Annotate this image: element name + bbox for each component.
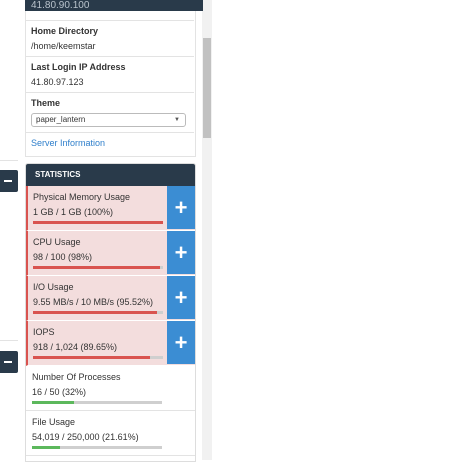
usage-bar-fill (33, 221, 163, 224)
chevron-down-icon: ▼ (174, 117, 180, 123)
stat-value: 16 / 50 (32%) (32, 387, 87, 397)
usage-bar (33, 221, 163, 224)
expand-plus-button[interactable]: + (167, 186, 195, 229)
collapse-panel-button[interactable] (0, 351, 18, 373)
stat-label: File Usage (32, 417, 76, 427)
stat-row-file-usage: File Usage 54,019 / 250,000 (21.61%) (26, 411, 195, 456)
stat-row-iops: IOPS 918 / 1,024 (89.65%) + (26, 321, 195, 366)
partial-top-text: 41.80.90.100 (31, 1, 90, 11)
left-card-divider (0, 160, 18, 161)
usage-bar (33, 356, 163, 359)
last-login-ip-label: Last Login IP Address (31, 62, 126, 72)
stat-row-physical-memory: Physical Memory Usage 1 GB / 1 GB (100%)… (26, 186, 195, 231)
left-column-partial (0, 0, 18, 460)
usage-bar-fill (32, 401, 74, 404)
stat-value: 1 GB / 1 GB (100%) (33, 207, 114, 217)
theme-selected-value: paper_lantern (36, 115, 86, 124)
usage-bar-fill (32, 446, 61, 449)
usage-bar (33, 311, 163, 314)
usage-bar-fill (33, 311, 158, 314)
info-divider (26, 132, 194, 133)
collapse-panel-button[interactable] (0, 170, 18, 192)
info-divider (26, 92, 194, 93)
stat-label: CPU Usage (33, 237, 81, 247)
stat-label: I/O Usage (33, 282, 74, 292)
statistics-panel: STATISTICS Physical Memory Usage 1 GB / … (25, 163, 196, 462)
stat-value: 9.55 MB/s / 10 MB/s (95.52%) (33, 297, 154, 307)
stat-value: 918 / 1,024 (89.65%) (33, 342, 118, 352)
usage-bar (32, 401, 162, 404)
stat-row-io: I/O Usage 9.55 MB/s / 10 MB/s (95.52%) + (26, 276, 195, 321)
stat-value: 98 / 100 (98%) (33, 252, 93, 262)
expand-plus-button[interactable]: + (167, 321, 195, 364)
theme-label: Theme (31, 98, 61, 108)
usage-bar (32, 446, 162, 449)
stat-row-cpu: CPU Usage 98 / 100 (98%) + (26, 231, 195, 276)
scrollbar-thumb[interactable] (203, 38, 211, 138)
statistics-title: STATISTICS (26, 164, 195, 186)
expand-plus-button[interactable]: + (167, 231, 195, 274)
expand-plus-button[interactable]: + (167, 276, 195, 319)
stat-value: 54,019 / 250,000 (21.61%) (32, 432, 139, 442)
stat-label: Number Of Processes (32, 372, 121, 382)
usage-bar (33, 266, 163, 269)
stat-row-processes: Number Of Processes 16 / 50 (32%) (26, 366, 195, 411)
left-card-divider (0, 340, 18, 341)
home-directory-value: /home/keemstar (31, 41, 96, 51)
theme-select[interactable]: paper_lantern ▼ (31, 113, 186, 127)
info-divider (26, 56, 194, 57)
info-divider (26, 20, 194, 21)
stat-label: IOPS (33, 327, 55, 337)
last-login-ip-value: 41.80.97.123 (31, 77, 84, 87)
usage-bar-fill (33, 356, 150, 359)
server-information-link[interactable]: Server Information (31, 138, 105, 148)
home-directory-label: Home Directory (31, 26, 99, 36)
usage-bar-fill (33, 266, 161, 269)
stat-label: Physical Memory Usage (33, 192, 131, 202)
